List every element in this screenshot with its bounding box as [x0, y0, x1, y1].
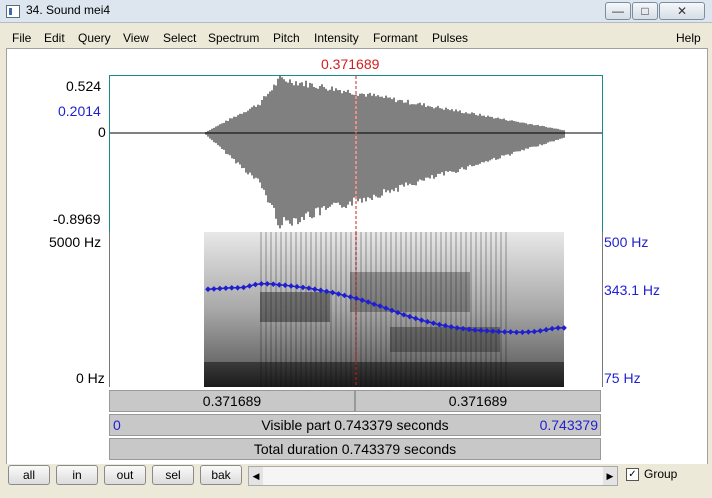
- menu-view[interactable]: View: [123, 31, 149, 45]
- waveform-cursor-value: 0.2014: [58, 103, 101, 119]
- window-title: 34. Sound mei4: [26, 3, 111, 17]
- pitch-top-label: 500 Hz: [604, 234, 649, 250]
- title-bar: 34. Sound mei4 — □ ✕: [0, 0, 712, 23]
- cursor-time-label: 0.371689: [321, 56, 380, 72]
- scroll-right-icon[interactable]: ▶: [603, 467, 617, 485]
- menu-spectrum[interactable]: Spectrum: [208, 31, 259, 45]
- freq-top-label: 5000 Hz: [49, 234, 102, 250]
- menu-query[interactable]: Query: [78, 31, 111, 45]
- spectrogram-panel[interactable]: [109, 232, 603, 387]
- menu-pitch[interactable]: Pitch: [273, 31, 300, 45]
- menu-formant[interactable]: Formant: [373, 31, 418, 45]
- visible-part-label: Visible part 0.743379 seconds: [261, 417, 449, 433]
- visible-start: 0: [113, 417, 121, 433]
- waveform-zero: 0: [98, 124, 106, 140]
- out-button[interactable]: out: [104, 465, 146, 485]
- menu-edit[interactable]: Edit: [44, 31, 65, 45]
- group-label: Group: [644, 467, 678, 481]
- horizontal-scrollbar[interactable]: ◀ ▶: [248, 466, 618, 486]
- all-button[interactable]: all: [8, 465, 50, 485]
- visible-end: 0.743379: [539, 417, 598, 433]
- pitch-current-label: 343.1 Hz: [604, 282, 661, 298]
- freq-bottom-label: 0 Hz: [76, 370, 105, 386]
- time-right-bar[interactable]: 0.371689: [355, 390, 601, 412]
- menu-pulses[interactable]: Pulses: [432, 31, 468, 45]
- menu-help[interactable]: Help: [676, 31, 701, 45]
- check-icon[interactable]: ✓: [626, 468, 639, 481]
- menu-bar: File Edit Query View Select Spectrum Pit…: [4, 28, 704, 48]
- visible-part-bar[interactable]: Visible part 0.743379 seconds 0 0.743379: [109, 414, 601, 436]
- total-duration-bar[interactable]: Total duration 0.743379 seconds: [109, 438, 601, 460]
- spectrogram-svg: [204, 232, 567, 387]
- waveform-svg: [110, 75, 602, 232]
- menu-file[interactable]: File: [12, 31, 31, 45]
- praat-icon: [6, 5, 20, 18]
- time-left-bar[interactable]: 0.371689: [109, 390, 355, 412]
- menu-select[interactable]: Select: [163, 31, 196, 45]
- pitch-bottom-label: 75 Hz: [604, 370, 641, 386]
- waveform-panel[interactable]: [109, 75, 603, 233]
- sel-button[interactable]: sel: [152, 465, 194, 485]
- menu-intensity[interactable]: Intensity: [314, 31, 359, 45]
- in-button[interactable]: in: [56, 465, 98, 485]
- waveform-ymin: -0.8969: [53, 211, 101, 227]
- waveform-ymax: 0.524: [66, 78, 102, 94]
- bak-button[interactable]: bak: [200, 465, 242, 485]
- scroll-left-icon[interactable]: ◀: [249, 467, 263, 485]
- minimize-button[interactable]: —: [605, 2, 631, 20]
- close-button[interactable]: ✕: [659, 2, 705, 20]
- maximize-button[interactable]: □: [632, 2, 658, 20]
